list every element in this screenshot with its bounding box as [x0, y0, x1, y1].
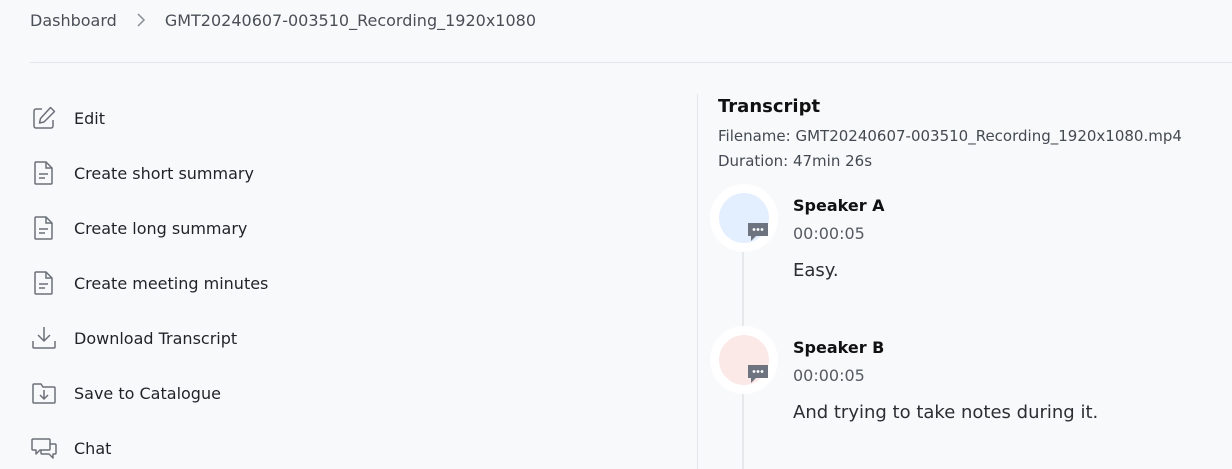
- timestamp[interactable]: 00:00:05: [793, 224, 865, 243]
- create-short-summary-button[interactable]: Create short summary: [30, 155, 254, 191]
- create-meeting-minutes-button[interactable]: Create meeting minutes: [30, 265, 268, 301]
- document-icon: [30, 214, 58, 242]
- transcript-duration: Duration: 47min 26s: [718, 152, 873, 170]
- speaker-name[interactable]: Speaker A: [793, 196, 885, 215]
- transcript-title: Transcript: [718, 96, 821, 117]
- save-to-catalogue-button[interactable]: Save to Catalogue: [30, 375, 221, 411]
- transcript-filename: Filename: GMT20240607-003510_Recording_1…: [718, 127, 1182, 145]
- message-icon: [746, 220, 770, 244]
- breadcrumb-dashboard-link[interactable]: Dashboard: [30, 11, 117, 30]
- utterance-text: And trying to take notes during it.: [793, 402, 1099, 423]
- edit-button[interactable]: Edit: [30, 100, 105, 136]
- breadcrumb: Dashboard GMT20240607-003510_Recording_1…: [30, 9, 536, 31]
- save-to-catalogue-label: Save to Catalogue: [74, 383, 221, 403]
- chevron-right-icon: [135, 12, 147, 28]
- utterance-text: Easy.: [793, 260, 839, 281]
- edit-label: Edit: [74, 108, 105, 128]
- header-divider: [30, 62, 1232, 63]
- document-icon: [30, 159, 58, 187]
- message-icon: [746, 362, 770, 386]
- document-icon: [30, 269, 58, 297]
- create-meeting-minutes-label: Create meeting minutes: [74, 273, 269, 293]
- create-long-summary-label: Create long summary: [74, 218, 248, 238]
- download-icon: [30, 324, 58, 352]
- download-transcript-label: Download Transcript: [74, 328, 238, 348]
- edit-icon: [30, 104, 58, 132]
- speaker-name[interactable]: Speaker B: [793, 338, 884, 357]
- chat-label: Chat: [74, 438, 112, 458]
- chat-button[interactable]: Chat: [30, 430, 111, 466]
- create-short-summary-label: Create short summary: [74, 163, 254, 183]
- create-long-summary-button[interactable]: Create long summary: [30, 210, 247, 246]
- timestamp[interactable]: 00:00:05: [793, 366, 865, 385]
- folder-download-icon: [30, 379, 58, 407]
- chat-icon: [30, 434, 58, 462]
- download-transcript-button[interactable]: Download Transcript: [30, 320, 237, 356]
- panel-divider: [697, 94, 698, 469]
- breadcrumb-current: GMT20240607-003510_Recording_1920x1080: [164, 10, 537, 30]
